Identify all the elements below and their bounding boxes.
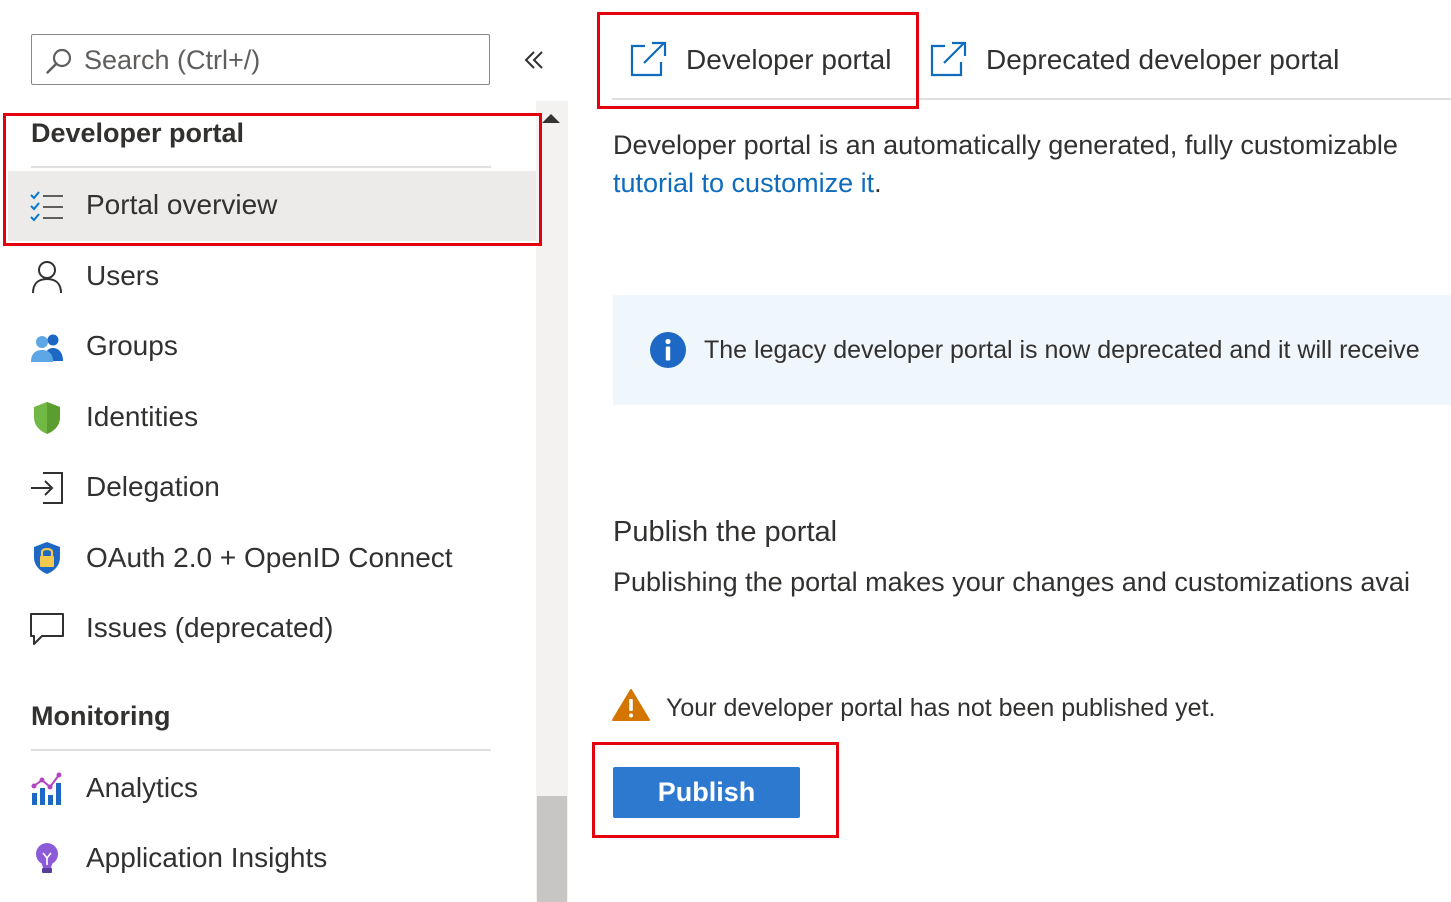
scroll-up-arrow-icon[interactable] [542,114,560,123]
sidebar-item-label: Issues (deprecated) [86,612,334,643]
sidebar-item-label: Identities [86,401,199,432]
sidebar-item-identities[interactable]: Identities [8,385,536,451]
sidebar-item-label: Application Insights [86,842,328,873]
tab-label: Deprecated developer portal [986,44,1340,75]
tutorial-link[interactable]: tutorial to customize it [613,168,874,198]
sidebar-item-oauth[interactable]: OAuth 2.0 + OpenID Connect [8,526,536,592]
publish-section-description: Publishing the portal makes your changes… [613,567,1410,597]
collapse-sidebar-button[interactable] [520,44,550,76]
search-icon [46,48,72,74]
groups-icon [31,334,63,362]
sidebar-item-application-insights[interactable]: Application Insights [8,826,536,892]
sidebar-item-delegation[interactable]: Delegation [8,455,536,521]
sidebar-item-analytics[interactable]: Analytics [8,756,536,822]
section-divider [31,749,491,751]
publish-section-title: Publish the portal [613,516,838,548]
search-box[interactable] [31,34,490,85]
lightbulb-icon [36,843,58,873]
sidebar-item-label: Users [86,260,160,291]
info-icon [650,332,686,368]
shield-icon [34,402,60,434]
sidebar-item-label: Groups [86,330,178,361]
portal-description: Developer portal is an automatically gen… [613,126,1398,202]
double-chevron-left-icon [524,51,543,69]
info-message: The legacy developer portal is now depre… [704,336,1420,364]
highlight-box [3,113,542,246]
description-period: . [874,168,882,198]
description-text: Developer portal is an automatically gen… [613,130,1398,160]
deprecation-info-bar: The legacy developer portal is now depre… [613,295,1451,405]
sidebar-item-issues[interactable]: Issues (deprecated) [8,596,536,662]
highlight-box [597,12,919,109]
sidebar-item-groups[interactable]: Groups [8,314,536,380]
warning-icon [612,689,650,721]
section-title-monitoring: Monitoring [31,701,171,731]
tab-deprecated-developer-portal[interactable]: Deprecated developer portal [930,40,1350,102]
search-input[interactable] [84,43,474,77]
sign-in-icon [31,472,63,504]
not-published-warning: Your developer portal has not been publi… [666,694,1216,722]
user-icon [32,261,62,294]
lock-shield-icon [34,542,60,574]
sidebar-item-users[interactable]: Users [8,244,536,310]
sidebar-item-label: OAuth 2.0 + OpenID Connect [86,542,453,573]
sidebar-item-label: Delegation [86,471,220,502]
analytics-icon [31,772,62,805]
highlight-box [592,742,839,838]
sidebar-item-label: Analytics [86,772,199,803]
comment-icon [30,613,64,645]
scrollbar-thumb[interactable] [537,796,567,902]
external-link-icon [930,41,967,77]
